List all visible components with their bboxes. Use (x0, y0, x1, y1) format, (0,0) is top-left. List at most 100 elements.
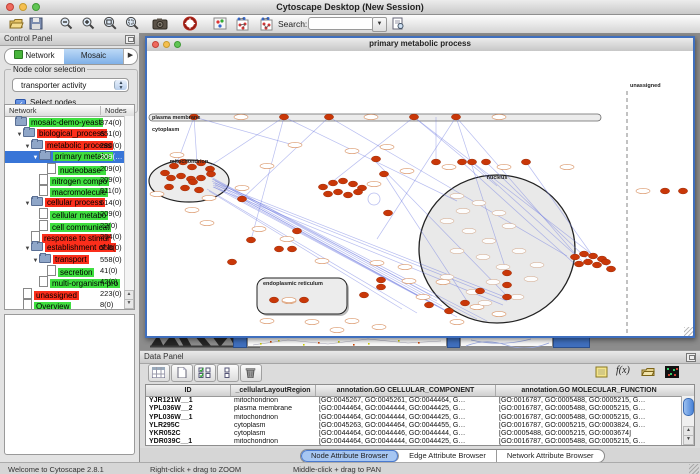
attribute-table-icon[interactable] (148, 364, 170, 382)
network-node[interactable] (376, 284, 385, 290)
node-label-pill[interactable] (235, 185, 249, 190)
node-label-pill[interactable] (416, 294, 430, 299)
node-label-pill[interactable] (364, 114, 378, 119)
network-node[interactable] (601, 259, 610, 265)
tab-node-attribute-browser[interactable]: Node Attribute Browser (301, 450, 399, 462)
new-attribute-icon[interactable] (171, 364, 193, 382)
network-node[interactable] (274, 246, 283, 252)
app-resize-grip[interactable] (689, 464, 699, 474)
scrollbar-thumb[interactable] (683, 398, 694, 416)
table-scrollbar[interactable]: ▲ ▼ (681, 396, 694, 445)
network-node[interactable] (348, 181, 357, 187)
scroll-down-icon[interactable]: ▼ (124, 299, 134, 309)
network-node[interactable] (521, 159, 530, 165)
network-node[interactable] (196, 175, 205, 181)
node-label-pill[interactable] (486, 279, 500, 284)
network-node[interactable] (318, 184, 327, 190)
network-node[interactable] (424, 302, 433, 308)
table-row[interactable]: YPL036W__2plasma membrane[GO:0044464, GO… (146, 405, 694, 413)
tree-col-nodes[interactable]: Nodes (100, 106, 127, 115)
open-icon[interactable] (8, 16, 24, 31)
network-node[interactable] (502, 282, 511, 288)
network-node[interactable] (188, 179, 197, 185)
network-edge[interactable] (284, 117, 457, 201)
network-tree-row[interactable]: ▼establishment of lo558(0) (5, 242, 134, 253)
network-tree-row[interactable]: response to stimul264(0) (5, 231, 134, 242)
network-tree-row[interactable]: ▼transport558(0) (5, 254, 134, 265)
node-label-pill[interactable] (330, 327, 344, 332)
network-node[interactable] (376, 277, 385, 283)
network-node[interactable] (592, 262, 601, 268)
tree-col-network[interactable]: Network (9, 106, 37, 115)
network-node[interactable] (409, 114, 418, 120)
network-node[interactable] (574, 261, 583, 267)
node-label-pill[interactable] (402, 278, 416, 283)
node-label-pill[interactable] (345, 318, 359, 323)
node-label-pill[interactable] (234, 114, 248, 119)
node-label-pill[interactable] (345, 148, 359, 153)
node-label-pill[interactable] (252, 226, 266, 231)
delete-attribute-icon[interactable] (240, 364, 262, 382)
network-tree-row[interactable]: ▼cellular process614(0) (5, 197, 134, 208)
col-cellular-component[interactable]: annotation.GO CELLULAR_COMPONENT (316, 385, 496, 396)
network-edge[interactable] (414, 117, 497, 186)
node-label-pill[interactable] (492, 210, 506, 215)
node-label-pill[interactable] (462, 228, 476, 233)
col-layout-region[interactable]: _cellularLayoutRegion (231, 385, 316, 396)
network-node[interactable] (579, 251, 588, 257)
network-node[interactable] (481, 159, 490, 165)
network-node[interactable] (383, 210, 392, 216)
network-node[interactable] (451, 114, 460, 120)
node-label-pill[interactable] (305, 319, 319, 324)
network-tree-row[interactable]: multi-organism pro42(0) (5, 276, 134, 287)
network-node[interactable] (287, 246, 296, 252)
network-node[interactable] (324, 114, 333, 120)
node-label-pill[interactable] (288, 142, 302, 147)
node-label-pill[interactable] (450, 248, 464, 253)
node-label-pill[interactable] (440, 274, 454, 279)
node-label-pill[interactable] (496, 264, 510, 269)
network-tree-row[interactable]: macromolecule311(0) (5, 185, 134, 196)
node-label-pill[interactable] (492, 114, 506, 119)
node-label-pill[interactable] (370, 260, 384, 265)
zoom-out-icon[interactable] (58, 16, 74, 31)
unselect-attributes-icon[interactable] (217, 364, 239, 382)
network-tree-row[interactable]: cell communicat22(0) (5, 220, 134, 231)
window-resize-grip[interactable] (684, 327, 693, 336)
table-row[interactable]: YKR052Ccytoplasm[GO:0044464, GO:0044446,… (146, 430, 694, 438)
network-node[interactable] (467, 159, 476, 165)
node-label-pill[interactable] (482, 238, 496, 243)
node-label-pill[interactable] (512, 248, 526, 253)
network-node[interactable] (359, 292, 368, 298)
formula-icon[interactable]: f(x) (614, 364, 632, 380)
tab-network[interactable]: Network (5, 49, 64, 64)
table-row[interactable]: YPL036W__1mitochondrion[GO:0044464, GO:0… (146, 414, 694, 422)
tab-overflow-arrow-icon[interactable]: ▶ (123, 49, 137, 64)
node-label-pill[interactable] (380, 144, 394, 149)
node-label-pill[interactable] (456, 208, 470, 213)
search-input[interactable] (308, 17, 374, 30)
tab-network-attribute-browser[interactable]: Network Attribute Browser (497, 450, 604, 462)
matrix-icon[interactable] (662, 364, 680, 380)
import-attributes-icon[interactable] (638, 364, 656, 380)
network-node[interactable] (606, 266, 615, 272)
network-node[interactable] (371, 156, 380, 162)
node-label-pill[interactable] (170, 152, 184, 157)
table-row[interactable]: YLR295Ccytoplasm[GO:0045263, GO:0044464,… (146, 422, 694, 430)
network-node[interactable] (292, 228, 301, 234)
vizmapper-icon[interactable] (212, 16, 228, 31)
layout-red-icon[interactable] (234, 16, 250, 31)
node-color-dropdown[interactable]: transporter activity ▲▼ (12, 78, 129, 92)
node-label-pill[interactable] (150, 191, 164, 196)
network-tree-row[interactable]: ▼metabolic process280(0) (5, 140, 134, 151)
node-label-pill[interactable] (280, 236, 294, 241)
network-tree-row[interactable]: ▼primary metabo209(… (5, 151, 134, 162)
network-tree-row[interactable]: nucleobase-209(0) (5, 163, 134, 174)
node-label-pill[interactable] (472, 200, 486, 205)
network-node[interactable] (588, 253, 597, 259)
tab-mosaic[interactable]: Mosaic (64, 49, 123, 64)
network-node[interactable] (237, 196, 246, 202)
network-canvas[interactable]: plasma membranecytoplasmmitochondrionnuc… (147, 51, 693, 336)
node-label-pill[interactable] (560, 164, 574, 169)
node-label-pill[interactable] (497, 164, 511, 169)
